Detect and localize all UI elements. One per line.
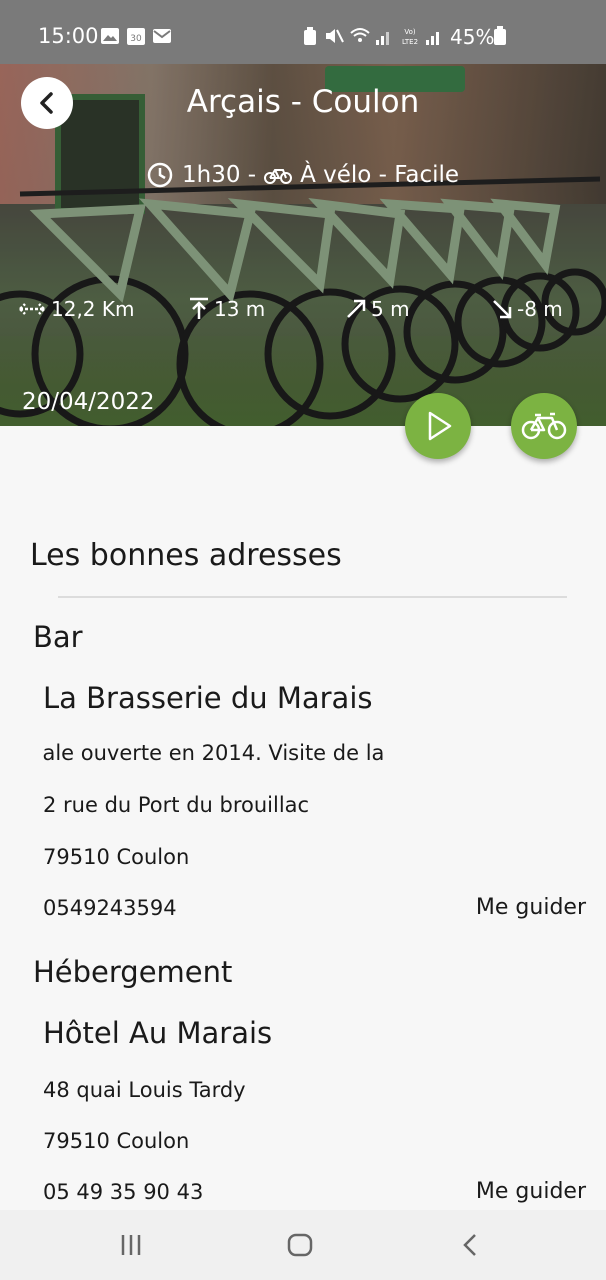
place-city: 79510 Coulon — [43, 845, 190, 869]
place-name[interactable]: Hôtel Au Marais — [43, 1016, 272, 1050]
max-altitude-icon — [190, 297, 208, 319]
route-duration: 1h30 - — [182, 162, 257, 188]
mail-icon — [153, 29, 171, 43]
bicycle-icon — [521, 412, 567, 440]
lock-battery-icon — [304, 27, 316, 45]
place-phone[interactable]: 0549243594 — [43, 896, 177, 920]
play-button[interactable] — [405, 393, 471, 459]
signal-icon-2 — [426, 32, 439, 45]
image-icon — [101, 28, 119, 44]
route-title: Arçais - Coulon — [186, 84, 420, 120]
route-mode: À vélo - Facile — [300, 162, 460, 188]
stat-max-altitude: 13 m — [188, 297, 265, 321]
stat-descent: -8 m — [491, 297, 563, 321]
mute-icon — [326, 29, 344, 43]
play-icon — [428, 411, 452, 441]
section-title: Les bonnes adresses — [30, 538, 342, 573]
place-street: 48 quai Louis Tardy — [43, 1078, 246, 1102]
place-street: 2 rue du Port du brouillac — [43, 793, 310, 817]
route-date: 20/04/2022 — [22, 389, 155, 415]
svg-text:30: 30 — [130, 34, 142, 44]
guide-me-button[interactable]: Me guider — [476, 1179, 586, 1204]
ascent-icon — [347, 299, 366, 318]
svg-text:Vo): Vo) — [404, 28, 416, 36]
place-description: Brasserie artisanale ouverte en 2014. Vi… — [43, 741, 385, 765]
calendar-icon: 30 — [127, 28, 145, 45]
stat-distance: 12,2 Km — [17, 297, 135, 321]
category-title-bar: Bar — [33, 620, 83, 654]
signal-icon — [376, 32, 389, 45]
stat-ascent: 5 m — [345, 297, 410, 321]
recent-apps-icon[interactable] — [118, 1232, 144, 1258]
svg-text:LTE2: LTE2 — [402, 38, 418, 46]
place-phone[interactable]: 05 49 35 90 43 — [43, 1180, 203, 1204]
descent-icon — [493, 300, 512, 319]
place-name[interactable]: La Brasserie du Marais — [43, 681, 373, 715]
battery-icon — [494, 26, 506, 45]
volte-icon: Vo) LTE2 — [402, 28, 418, 46]
bicycle-icon — [264, 169, 293, 184]
home-icon[interactable] — [287, 1232, 313, 1258]
guide-me-button[interactable]: Me guider — [476, 895, 586, 920]
divider — [58, 596, 567, 598]
status-bar: 15:00 30 Vo) LTE2 45% — [0, 0, 606, 64]
wifi-icon — [350, 28, 370, 42]
clock-icon — [147, 162, 173, 188]
route-meta: 1h30 - À vélo - Facile — [146, 161, 459, 189]
category-title-hebergement: Hébergement — [33, 955, 233, 989]
battery-percent: 45% — [450, 25, 495, 49]
distance-icon — [19, 303, 45, 315]
place-city: 79510 Coulon — [43, 1129, 190, 1153]
status-time: 15:00 — [38, 24, 99, 48]
bike-mode-button[interactable] — [511, 393, 577, 459]
system-nav-bar — [0, 1210, 606, 1280]
nav-back-icon[interactable] — [458, 1232, 484, 1258]
